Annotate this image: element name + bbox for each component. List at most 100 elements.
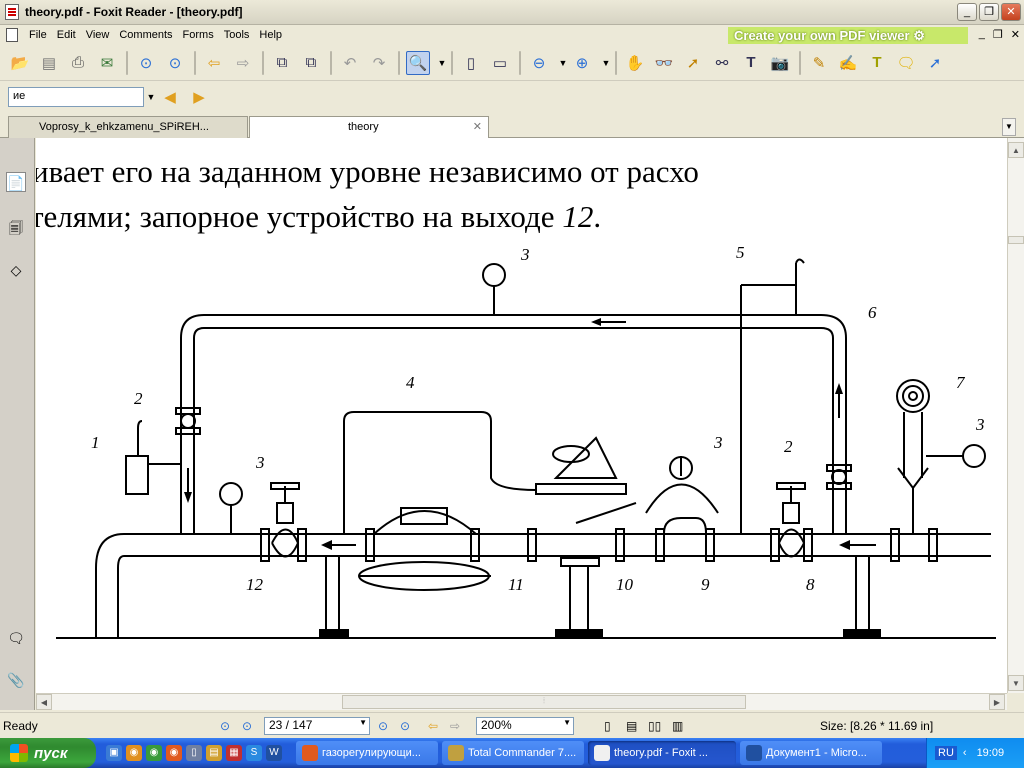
zoom-out-icon[interactable]: ⊖ — [527, 51, 551, 75]
task-browser[interactable]: газорегулирующи... — [296, 741, 438, 765]
clock[interactable]: 19:09 — [977, 747, 1005, 759]
close-button[interactable]: ✕ — [1001, 3, 1021, 21]
scroll-up-arrow-icon[interactable]: ▲ — [1008, 142, 1024, 158]
restore-button[interactable]: ❐ — [979, 3, 999, 21]
previous-page-icon[interactable]: ⊙ — [242, 719, 252, 733]
menu-comments[interactable]: Comments — [114, 29, 177, 41]
pdf-page-view[interactable]: ивает его на заданном уровне независимо … — [36, 138, 1007, 693]
zoom-in-icon[interactable]: ⊕ — [570, 51, 594, 75]
task-foxit[interactable]: theory.pdf - Foxit ... — [588, 741, 736, 765]
binoculars-icon[interactable]: ⚯ — [710, 51, 734, 75]
tab-list-chevron-icon[interactable]: ▼ — [1002, 118, 1016, 136]
fit-width-icon[interactable]: ▭ — [488, 51, 512, 75]
promo-banner[interactable]: Create your own PDF viewer ⚙ — [728, 27, 968, 44]
menu-file[interactable]: File — [24, 29, 52, 41]
typewriter-icon[interactable]: T — [865, 51, 889, 75]
tray-arrow-icon[interactable]: ‹ — [963, 747, 967, 759]
chevron-down-icon[interactable]: ▼ — [556, 53, 570, 73]
mdi-restore-button[interactable]: ❐ — [993, 28, 1003, 41]
note-icon[interactable]: 🗨 — [894, 51, 918, 75]
extract-pages-icon[interactable]: ⧉ — [270, 51, 294, 75]
scroll-thumb[interactable]: ⦙ — [342, 695, 746, 709]
chevron-down-icon[interactable]: ▼ — [359, 718, 367, 727]
close-tab-icon[interactable]: ✕ — [473, 117, 482, 137]
snapshot-icon[interactable]: 📷 — [768, 51, 792, 75]
forward-arrow-icon[interactable]: ⇨ — [450, 719, 460, 733]
task-word[interactable]: Документ1 - Micro... — [740, 741, 882, 765]
facing-page-icon[interactable]: ▯▯ — [648, 719, 661, 733]
find-input[interactable]: ие — [8, 87, 144, 107]
arrow-tool-icon[interactable]: ➚ — [923, 51, 947, 75]
menu-forms[interactable]: Forms — [178, 29, 219, 41]
open-folder-icon[interactable]: 📂 — [8, 51, 32, 75]
app-icon[interactable]: ▦ — [226, 745, 242, 761]
highlighter-icon[interactable]: ✍ — [836, 51, 860, 75]
find-next-icon[interactable]: ▶ — [187, 85, 211, 109]
scroll-thumb[interactable] — [1008, 236, 1024, 244]
mdi-minimize-button[interactable]: _ — [979, 28, 985, 41]
next-page-icon[interactable]: ⊙ — [163, 51, 187, 75]
menu-help[interactable]: Help — [254, 29, 287, 41]
tab-theory[interactable]: theory ✕ — [249, 116, 489, 138]
zoom-select[interactable]: 200% ▼ — [476, 717, 574, 735]
chevron-down-icon[interactable]: ▼ — [435, 53, 449, 73]
task-total-commander[interactable]: Total Commander 7.... — [442, 741, 584, 765]
reading-glasses-icon[interactable]: 👓 — [652, 51, 676, 75]
continuous-page-icon[interactable]: ▤ — [626, 719, 637, 733]
redo-icon[interactable]: ↷ — [367, 51, 391, 75]
scroll-left-arrow-icon[interactable]: ◀ — [36, 694, 52, 710]
last-page-icon[interactable]: ⊙ — [400, 719, 410, 733]
tab-voprosy[interactable]: Voprosy_k_ehkzamenu_SPiREH... — [8, 116, 248, 138]
horizontal-scrollbar[interactable]: ◀ ⦙ ▶ — [36, 693, 1007, 710]
select-arrow-icon[interactable]: ➚ — [681, 51, 705, 75]
pages-icon[interactable]: 🗐 — [6, 218, 26, 238]
valve-bonnet — [276, 502, 294, 524]
app-icon[interactable]: ◉ — [146, 745, 162, 761]
vertical-scrollbar[interactable]: ▲ ▼ — [1007, 138, 1024, 693]
forward-arrow-icon[interactable]: ⇨ — [231, 51, 255, 75]
document-icon[interactable] — [6, 28, 18, 42]
fit-page-icon[interactable]: ▯ — [459, 51, 483, 75]
menu-view[interactable]: View — [81, 29, 115, 41]
next-page-icon[interactable]: ⊙ — [378, 719, 388, 733]
print-icon[interactable]: ⎙ — [66, 51, 90, 75]
first-page-icon[interactable]: ⊙ — [220, 719, 230, 733]
insert-pages-icon[interactable]: ⧉ — [299, 51, 323, 75]
hand-tool-icon[interactable]: ✋ — [623, 51, 647, 75]
pencil-icon[interactable]: ✎ — [807, 51, 831, 75]
word-icon[interactable]: W — [266, 745, 282, 761]
page-number-input[interactable]: 23 / 147 ▼ — [264, 717, 370, 735]
scroll-right-arrow-icon[interactable]: ▶ — [989, 694, 1005, 710]
layers-icon[interactable]: ◇ — [6, 260, 26, 280]
minimize-button[interactable]: _ — [957, 3, 977, 21]
zoom-in-tool-icon[interactable]: 🔍 — [406, 50, 430, 75]
email-icon[interactable]: ✉ — [95, 51, 119, 75]
skype-icon[interactable]: S — [246, 745, 262, 761]
single-page-icon[interactable]: ▯ — [604, 719, 611, 733]
menu-tools[interactable]: Tools — [219, 29, 255, 41]
app-icon[interactable]: ▤ — [206, 745, 222, 761]
app-icon[interactable]: ▯ — [186, 745, 202, 761]
language-indicator[interactable]: RU — [935, 746, 957, 760]
back-arrow-icon[interactable]: ⇦ — [428, 719, 438, 733]
bookmarks-icon[interactable]: 📄 — [6, 172, 26, 192]
chevron-down-icon[interactable]: ▼ — [563, 718, 571, 727]
menu-edit[interactable]: Edit — [52, 29, 81, 41]
previous-page-icon[interactable]: ⊙ — [134, 51, 158, 75]
save-icon[interactable]: ▤ — [37, 51, 61, 75]
start-button[interactable]: пуск — [0, 738, 96, 768]
find-previous-icon[interactable]: ◀ — [158, 85, 182, 109]
app-icon[interactable]: ◉ — [126, 745, 142, 761]
undo-icon[interactable]: ↶ — [338, 51, 362, 75]
chevron-down-icon[interactable]: ▼ — [599, 53, 613, 73]
attachments-icon[interactable]: 📎 — [6, 670, 26, 690]
chevron-down-icon[interactable]: ▼ — [144, 87, 158, 107]
text-select-icon[interactable]: T — [739, 51, 763, 75]
mdi-close-button[interactable]: ✕ — [1011, 28, 1020, 41]
show-desktop-icon[interactable]: ▣ — [106, 745, 122, 761]
scroll-down-arrow-icon[interactable]: ▼ — [1008, 675, 1024, 691]
comments-panel-icon[interactable]: 🗨 — [6, 628, 26, 648]
back-arrow-icon[interactable]: ⇦ — [202, 51, 226, 75]
firefox-icon[interactable]: ◉ — [166, 745, 182, 761]
continuous-facing-icon[interactable]: ▥ — [672, 719, 683, 733]
